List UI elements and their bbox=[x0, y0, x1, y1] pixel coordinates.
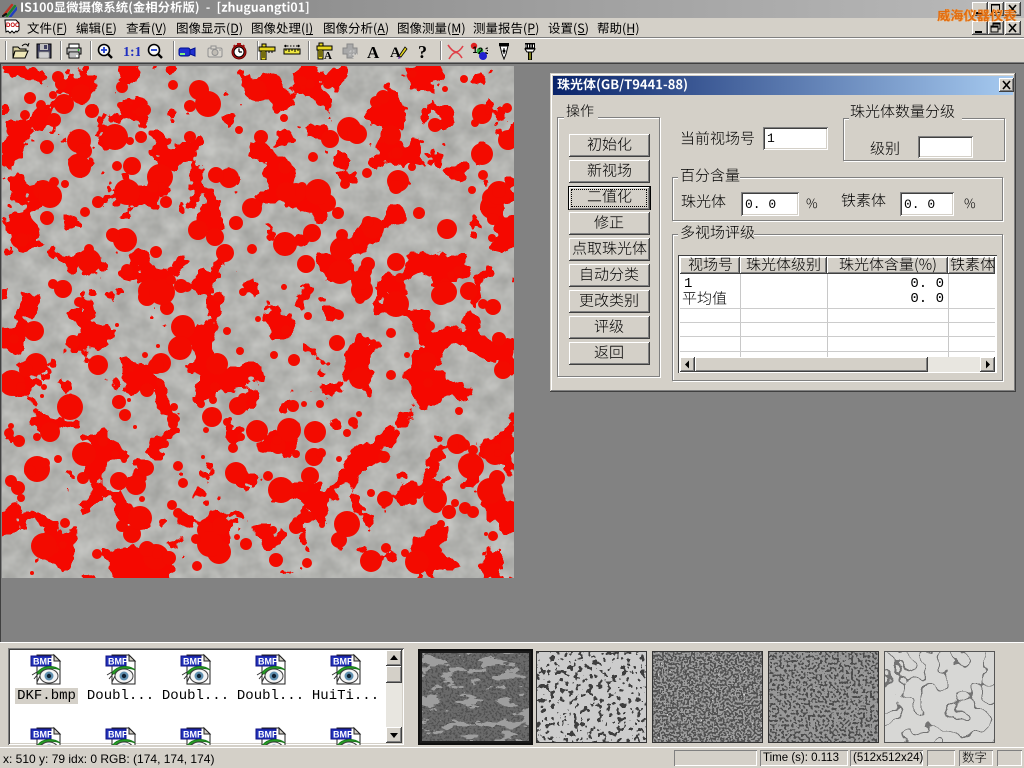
svg-text:BMP: BMP bbox=[183, 730, 203, 740]
svg-text:BMP: BMP bbox=[33, 730, 53, 740]
svg-text:BMP: BMP bbox=[108, 730, 128, 740]
svg-text:A: A bbox=[324, 50, 332, 60]
svg-text:BMP: BMP bbox=[333, 730, 353, 740]
svg-text:BMP: BMP bbox=[33, 657, 53, 667]
svg-text:BMP: BMP bbox=[258, 657, 278, 667]
svg-text:BMP: BMP bbox=[258, 730, 278, 740]
svg-text:?: ? bbox=[418, 42, 427, 60]
svg-text:BMP: BMP bbox=[183, 657, 203, 667]
svg-text:A: A bbox=[367, 43, 380, 60]
svg-text:1:1: 1:1 bbox=[123, 45, 140, 60]
svg-text:3: 3 bbox=[485, 46, 488, 56]
svg-text:BMP: BMP bbox=[333, 657, 353, 667]
svg-text:BMP: BMP bbox=[108, 657, 128, 667]
svg-text:DOC: DOC bbox=[6, 23, 20, 29]
